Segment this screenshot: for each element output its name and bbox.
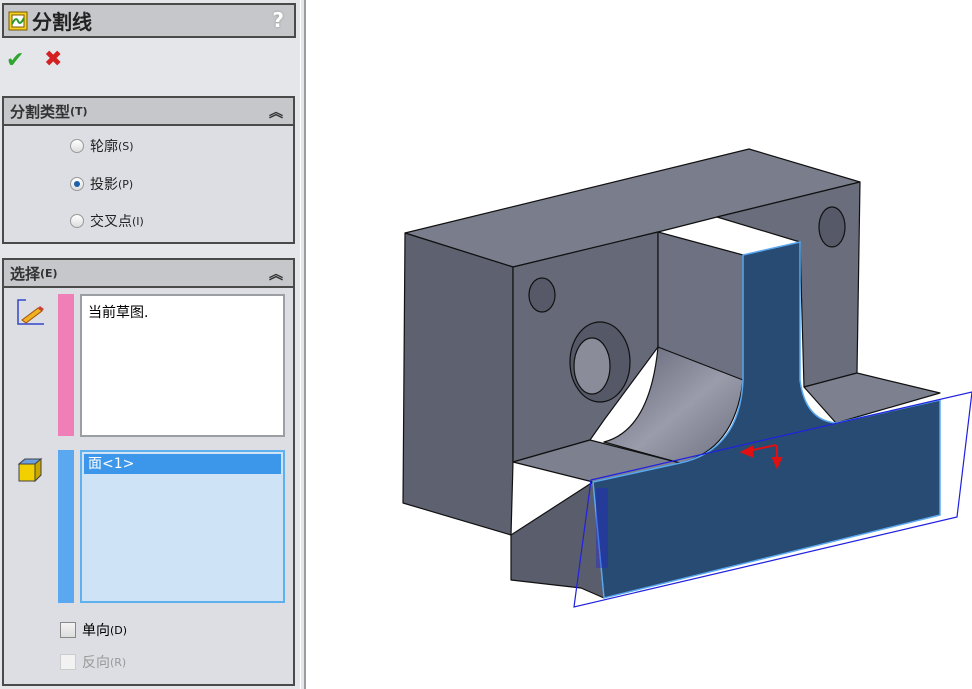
checkbox-shortcut: (D) xyxy=(110,623,128,637)
face-selection-list[interactable]: 面<1> xyxy=(80,450,285,603)
single-direction-checkbox[interactable]: 单向 (D) xyxy=(60,620,127,640)
property-manager-panel: 分割线 ? ✔ ✖ 分割类型 (T) ︽ 轮廓 (S) 投影 (P) 交叉点 (I) 选择… xyxy=(0,0,306,689)
face-color-stripe xyxy=(58,450,74,603)
split-type-group: 分割类型 (T) ︽ 轮廓 (S) 投影 (P) 交叉点 (I) xyxy=(2,96,295,244)
selection-group: 选择 (E) ︽ 当前草图. 面<1> 单向 (D) 反向 (R) xyxy=(2,258,295,686)
panel-title: 分割线 xyxy=(32,10,92,34)
radio-button[interactable] xyxy=(70,214,84,228)
ok-button[interactable]: ✔ xyxy=(6,48,24,73)
checkbox-label: 单向 xyxy=(82,623,110,639)
radio-label: 投影 xyxy=(90,177,118,193)
group-title: 选择 xyxy=(10,264,41,283)
help-button[interactable]: ? xyxy=(272,8,284,32)
radio-projection[interactable]: 投影 (P) xyxy=(70,174,133,194)
checkbox-label: 反向 xyxy=(82,655,110,671)
checkbox-disabled xyxy=(60,654,76,670)
small-hole xyxy=(528,277,556,313)
radio-shortcut: (I) xyxy=(132,214,144,228)
selection-header[interactable]: 选择 (E) ︽ xyxy=(4,260,293,288)
group-shortcut: (E) xyxy=(40,266,58,280)
group-title: 分割类型 xyxy=(10,102,71,121)
list-item-selected[interactable]: 面<1> xyxy=(84,454,281,474)
radio-button[interactable] xyxy=(70,139,84,153)
collapse-chevron-icon[interactable]: ︽ xyxy=(269,264,283,284)
radio-shortcut: (S) xyxy=(118,139,134,153)
cancel-button[interactable]: ✖ xyxy=(44,47,62,72)
radio-label: 交叉点 xyxy=(90,214,132,230)
radio-shortcut: (P) xyxy=(118,177,134,191)
sketch-color-stripe xyxy=(58,294,74,436)
inner-hole xyxy=(573,337,611,395)
sketch-selection-list[interactable]: 当前草图. xyxy=(80,294,285,437)
sketch-annotation-glyphs xyxy=(596,488,608,568)
panel-titlebar: 分割线 ? xyxy=(2,3,296,38)
list-item[interactable]: 当前草图. xyxy=(88,305,148,321)
left-side-face xyxy=(402,232,514,536)
face-cube-icon xyxy=(17,457,43,483)
collapse-chevron-icon[interactable]: ︽ xyxy=(269,102,283,122)
radio-label: 轮廓 xyxy=(90,139,118,155)
radio-button-selected[interactable] xyxy=(70,177,84,191)
group-shortcut: (T) xyxy=(70,104,88,118)
graphics-viewport[interactable] xyxy=(310,0,972,689)
split-type-header[interactable]: 分割类型 (T) ︽ xyxy=(4,98,293,126)
radio-intersection[interactable]: 交叉点 (I) xyxy=(70,211,144,231)
sketch-pencil-icon xyxy=(17,299,44,325)
radio-silhouette[interactable]: 轮廓 (S) xyxy=(70,136,134,156)
notch-hole xyxy=(818,206,846,248)
reverse-direction-checkbox: 反向 (R) xyxy=(60,652,126,672)
checkbox[interactable] xyxy=(60,622,76,638)
step-face xyxy=(510,481,605,599)
split-line-icon xyxy=(8,11,28,30)
checkbox-shortcut: (R) xyxy=(110,655,127,669)
